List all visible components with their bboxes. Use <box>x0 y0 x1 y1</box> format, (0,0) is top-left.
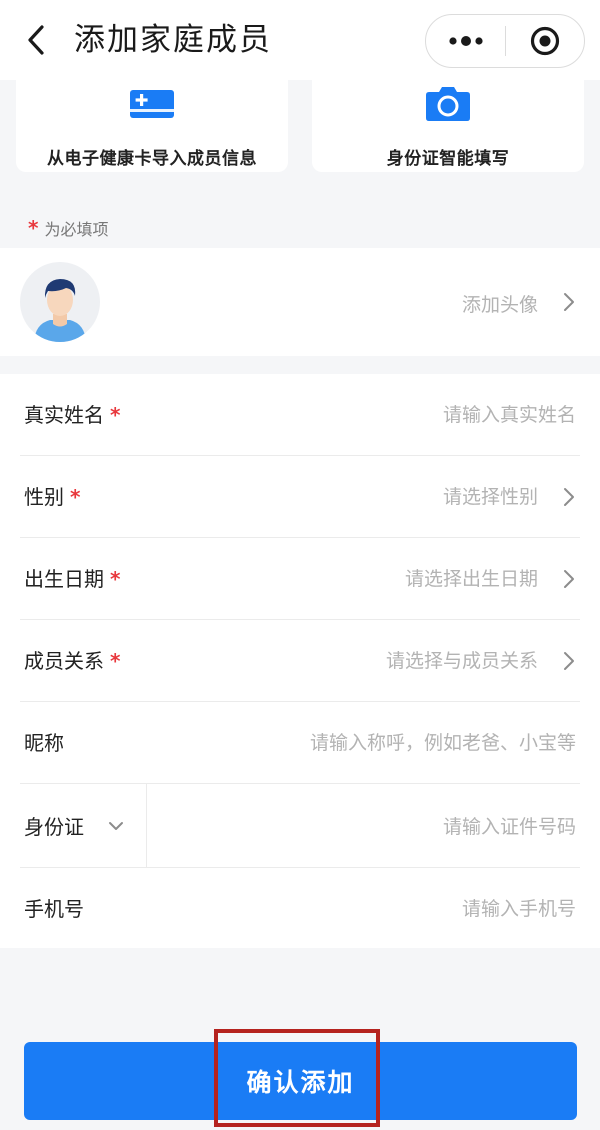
member-form: 真实姓名* 请输入真实姓名 性别* 请选择性别 出生日期* 请选择出生日期 <box>0 374 600 948</box>
target-icon <box>530 26 560 56</box>
more-dots-icon <box>448 36 483 46</box>
required-star: * <box>28 216 39 240</box>
page: 添加家庭成员 从电子健康卡导入成员信息 身份证智能填写 * 为必填项 添加头像 … <box>0 0 600 1130</box>
id-card-smart-fill-label: 身份证智能填写 <box>386 149 510 169</box>
id-number-input[interactable]: 请输入证件号码 <box>443 812 576 842</box>
gender-label-wrap: 性别 * <box>24 482 86 512</box>
required-star: * <box>70 485 81 509</box>
gender-row[interactable]: 性别 * 请选择性别 <box>0 456 600 538</box>
nav-bar: 添加家庭成员 <box>0 0 600 80</box>
more-button[interactable] <box>426 15 505 67</box>
phone-label: 手机号 <box>24 897 84 921</box>
card-icon-wrap <box>129 84 175 124</box>
chevron-down-icon[interactable] <box>108 820 124 832</box>
id-type-divider <box>146 784 147 868</box>
chevron-right-icon <box>564 652 574 670</box>
close-mini-program-button[interactable] <box>506 15 584 67</box>
gender-select[interactable]: 请选择性别 <box>443 482 538 512</box>
phone-row: 手机号 请输入手机号 <box>0 868 600 950</box>
chevron-right-icon <box>564 293 574 311</box>
id-type-select[interactable]: 身份证 <box>24 812 84 842</box>
required-star: * <box>110 649 121 673</box>
real-name-label: 真实姓名 <box>24 403 104 427</box>
health-card-icon <box>130 90 174 118</box>
avatar-placeholder-icon <box>34 279 86 342</box>
relationship-select[interactable]: 请选择与成员关系 <box>386 646 538 676</box>
confirm-add-button[interactable]: 确认添加 <box>24 1042 577 1120</box>
birth-date-label-wrap: 出生日期 * <box>24 564 126 594</box>
relationship-label: 成员关系 <box>24 649 104 673</box>
chevron-right-icon <box>564 570 574 588</box>
nickname-input[interactable]: 请输入称呼，例如老爸、小宝等 <box>310 728 576 758</box>
nickname-label: 昵称 <box>24 731 64 755</box>
required-note: * 为必填项 <box>28 216 108 240</box>
id-card-smart-fill-button[interactable]: 身份证智能填写 <box>312 80 584 172</box>
import-health-card-label: 从电子健康卡导入成员信息 <box>47 149 257 169</box>
avatar <box>20 262 100 342</box>
birth-date-row[interactable]: 出生日期 * 请选择出生日期 <box>0 538 600 620</box>
relationship-label-wrap: 成员关系 * <box>24 646 126 676</box>
required-note-text: 为必填项 <box>44 220 109 239</box>
real-name-label-wrap: 真实姓名 * <box>24 400 126 430</box>
phone-input[interactable]: 请输入手机号 <box>462 894 576 924</box>
required-star: * <box>110 403 121 427</box>
nickname-row: 昵称 请输入称呼，例如老爸、小宝等 <box>0 702 600 784</box>
camera-icon <box>426 87 470 121</box>
real-name-input[interactable]: 请输入真实姓名 <box>443 400 576 430</box>
chevron-right-icon <box>564 488 574 506</box>
birth-date-label: 出生日期 <box>24 567 104 591</box>
gender-label: 性别 <box>24 485 64 509</box>
chevron-left-icon <box>28 25 44 55</box>
required-star: * <box>110 567 121 591</box>
back-button[interactable] <box>22 22 52 58</box>
import-health-card-button[interactable]: 从电子健康卡导入成员信息 <box>16 80 288 172</box>
id-number-row: 身份证 请输入证件号码 <box>0 784 600 868</box>
mini-program-capsule <box>425 14 585 68</box>
real-name-row: 真实姓名 * 请输入真实姓名 <box>0 374 600 456</box>
add-avatar-row[interactable]: 添加头像 <box>0 248 600 356</box>
birth-date-select[interactable]: 请选择出生日期 <box>405 564 538 594</box>
card-icon-wrap <box>425 84 471 124</box>
add-avatar-hint: 添加头像 <box>461 294 538 316</box>
page-title: 添加家庭成员 <box>74 22 272 58</box>
relationship-row[interactable]: 成员关系 * 请选择与成员关系 <box>0 620 600 702</box>
